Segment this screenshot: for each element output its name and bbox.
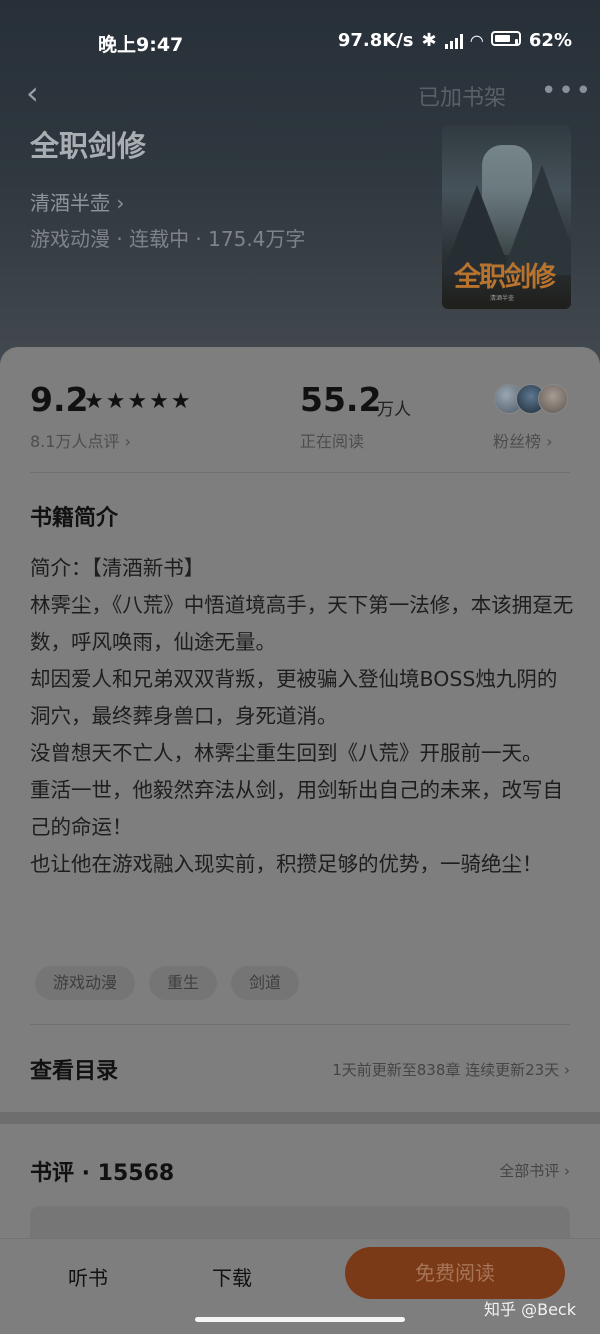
intro-text: 简介：【清酒新书】 林霁尘，《八荒》中悟道境高手，天下第一法修，本该拥趸无数，呼… bbox=[30, 550, 575, 883]
review-title: 书评 · 15568 bbox=[30, 1161, 175, 1186]
toc-update-info[interactable]: 1天前更新至838章 连续更新23天 › bbox=[332, 1059, 570, 1080]
readers-unit: 万人 bbox=[377, 400, 411, 420]
intro-title: 书籍简介 bbox=[30, 506, 119, 531]
rating-score: 9.2 bbox=[30, 380, 89, 419]
bluetooth-icon: ✱ bbox=[421, 30, 437, 51]
battery-level: 62% bbox=[528, 30, 572, 51]
divider bbox=[30, 1024, 570, 1025]
divider bbox=[30, 472, 570, 473]
toc-title[interactable]: 查看目录 bbox=[30, 1053, 118, 1085]
home-indicator[interactable] bbox=[195, 1317, 405, 1322]
cover-author-art: 清酒半壶 bbox=[490, 295, 515, 302]
intro-line: 简介：【清酒新书】 bbox=[30, 556, 205, 580]
battery-icon bbox=[490, 30, 521, 51]
book-cover[interactable]: 全职剑修 清酒半壶 bbox=[442, 125, 571, 309]
intro-line: 没曾想天不亡人，林霁尘重生回到《八荒》开服前一天。 bbox=[30, 741, 543, 765]
author-link[interactable]: 清酒半壶 › bbox=[30, 187, 124, 216]
tag-sword[interactable]: 剑道 bbox=[231, 966, 300, 1000]
listen-button[interactable]: 听书 bbox=[68, 1262, 108, 1291]
status-time: 晚上9:47 bbox=[98, 34, 184, 56]
readers-count: 55.2 bbox=[300, 380, 382, 419]
status-bar: 晚上9:47 97.8K/s ✱ ◠ 62% bbox=[0, 0, 600, 80]
fans-rank-link[interactable]: 粉丝榜 › bbox=[493, 428, 553, 452]
download-button[interactable]: 下载 bbox=[212, 1262, 252, 1291]
intro-line: 却因爱人和兄弟双双背叛，更被骗入登仙境BOSS烛九阴的洞穴，最终葬身兽口，身死道… bbox=[30, 667, 558, 728]
tag-list: 游戏动漫 重生 剑道 bbox=[35, 966, 300, 1000]
book-meta: 游戏动漫 · 连载中 · 175.4万字 bbox=[30, 227, 306, 251]
free-read-button[interactable]: 免费阅读 bbox=[345, 1247, 565, 1299]
intro-line: 也让他在游戏融入现实前，积攒足够的优势，一骑绝尘！ bbox=[30, 852, 543, 876]
back-icon[interactable]: ‹ bbox=[26, 77, 58, 110]
tag-game-anime[interactable]: 游戏动漫 bbox=[35, 966, 136, 1000]
added-to-shelf-button[interactable]: 已加书架 bbox=[418, 80, 506, 112]
cover-title-art: 全职剑修 bbox=[454, 262, 556, 293]
wifi-icon: ◠ bbox=[470, 31, 483, 50]
status-indicators: 97.8K/s ✱ ◠ 62% bbox=[338, 30, 572, 51]
more-icon[interactable]: ••• bbox=[541, 76, 593, 106]
section-gap bbox=[0, 1112, 600, 1124]
rating-count-link[interactable]: 8.1万人点评 › bbox=[30, 428, 131, 452]
star-rating-icons: ★★★★★ bbox=[84, 389, 193, 414]
net-speed: 97.8K/s bbox=[337, 30, 414, 51]
avatar bbox=[538, 384, 568, 414]
intro-line: 重活一世，他毅然弃法从剑，用剑斩出自己的未来，改写自己的命运！ bbox=[30, 778, 563, 839]
book-title: 全职剑修 bbox=[30, 129, 147, 163]
readers-label: 正在阅读 bbox=[300, 432, 365, 451]
all-reviews-link[interactable]: 全部书评 › bbox=[499, 1160, 570, 1181]
watermark: 知乎 @Beck bbox=[484, 1300, 576, 1319]
signal-icon bbox=[444, 33, 463, 49]
tag-rebirth[interactable]: 重生 bbox=[149, 966, 218, 1000]
intro-line: 林霁尘，《八荒》中悟道境高手，天下第一法修，本该拥趸无数，呼风唤雨，仙途无量。 bbox=[30, 593, 574, 654]
